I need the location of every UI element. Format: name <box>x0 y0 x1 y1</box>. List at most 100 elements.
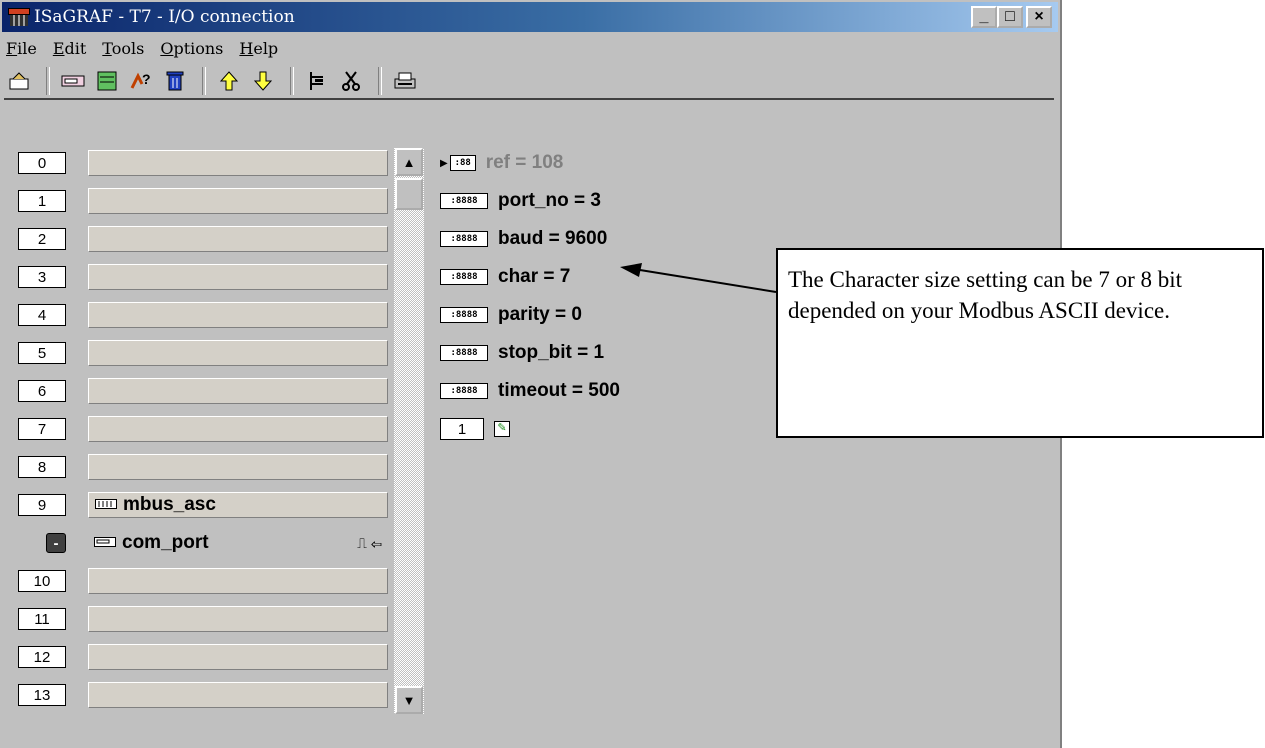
title-bar[interactable]: ISaGRAF - T7 - I/O connection _ □ × <box>2 2 1058 32</box>
param-channel[interactable]: 1 ✎ <box>440 415 510 443</box>
menu-tools[interactable]: Tools <box>102 39 144 58</box>
slot-cell-mbus-asc[interactable]: mbus_asc <box>88 492 388 518</box>
slot-cell[interactable] <box>88 188 388 214</box>
slot-label: mbus_asc <box>123 494 216 515</box>
param-text: timeout = 500 <box>498 380 620 401</box>
param-ref[interactable]: ▶ :88 ref = 108 <box>440 149 563 177</box>
isagraf-app-icon[interactable] <box>8 8 30 26</box>
param-text: stop_bit = 1 <box>498 342 605 363</box>
slot-number: 4 <box>18 304 66 326</box>
param-baud[interactable]: :8888 baud = 9600 <box>440 225 607 253</box>
maximize-button[interactable]: □ <box>997 6 1023 28</box>
slot-cell[interactable] <box>88 568 388 594</box>
slot-row[interactable]: 7 <box>18 415 388 443</box>
close-icon: × <box>1034 8 1044 25</box>
close-button[interactable]: × <box>1026 6 1052 28</box>
param-text: parity = 0 <box>498 304 582 325</box>
toolbar: ? <box>4 64 1054 100</box>
slot-cell[interactable] <box>88 454 388 480</box>
tree-icon[interactable] <box>302 67 332 95</box>
window-title: ISaGRAF - T7 - I/O connection <box>34 7 295 27</box>
scroll-thumb[interactable] <box>395 178 423 210</box>
scroll-up-icon: ▲ <box>402 154 416 170</box>
slot-cell[interactable] <box>88 150 388 176</box>
maximize-icon: □ <box>1005 8 1015 25</box>
slot-cell[interactable] <box>88 226 388 252</box>
slot-row[interactable]: 3 <box>18 263 388 291</box>
cut-icon[interactable] <box>336 67 366 95</box>
slot-number: 10 <box>18 570 66 592</box>
menu-help[interactable]: Help <box>239 39 278 58</box>
board-properties-icon[interactable] <box>92 67 122 95</box>
scroll-down-button[interactable]: ▼ <box>395 686 423 714</box>
slot-cell-com-port[interactable]: com_port ⎍ ⇦ <box>88 530 388 556</box>
slot-scrollbar[interactable]: ▲ ▼ <box>394 148 424 714</box>
menu-bar: File Edit Tools Options Help <box>6 34 294 62</box>
param-char[interactable]: :8888 char = 7 <box>440 263 570 291</box>
menu-edit[interactable]: Edit <box>53 39 86 58</box>
slot-row[interactable]: 4 <box>18 301 388 329</box>
param-parity[interactable]: :8888 parity = 0 <box>440 301 582 329</box>
slot-row[interactable]: 8 <box>18 453 388 481</box>
svg-text:?: ? <box>142 71 151 87</box>
scroll-up-button[interactable]: ▲ <box>395 148 423 176</box>
edit-pencil-icon[interactable]: ✎ <box>494 421 510 437</box>
param-text: baud = 9600 <box>498 228 608 249</box>
param-port-no[interactable]: :8888 port_no = 3 <box>440 187 601 215</box>
slot-row[interactable]: 6 <box>18 377 388 405</box>
integer-param-icon: :8888 <box>440 193 488 209</box>
annotation-callout: The Character size setting can be 7 or 8… <box>776 248 1264 438</box>
slot-row[interactable]: 1 <box>18 187 388 215</box>
help-icon[interactable]: ? <box>126 67 156 95</box>
slot-cell[interactable] <box>88 416 388 442</box>
slot-cell[interactable] <box>88 302 388 328</box>
slot-number: 13 <box>18 684 66 706</box>
slot-number: 6 <box>18 380 66 402</box>
slot-row[interactable]: 2 <box>18 225 388 253</box>
slot-label: com_port <box>122 532 209 553</box>
param-stop-bit[interactable]: :8888 stop_bit = 1 <box>440 339 604 367</box>
slot-row[interactable]: 5 <box>18 339 388 367</box>
slot-cell[interactable] <box>88 644 388 670</box>
connect-board-icon[interactable] <box>58 67 88 95</box>
slot-number: - <box>46 533 66 553</box>
slot-number: 1 <box>18 190 66 212</box>
slot-row[interactable]: 11 <box>18 605 388 633</box>
print-icon[interactable] <box>390 67 420 95</box>
slot-cell[interactable] <box>88 682 388 708</box>
slot-number: 3 <box>18 266 66 288</box>
slot-cell[interactable] <box>88 264 388 290</box>
open-board-icon[interactable] <box>4 67 34 95</box>
board-icon <box>95 498 117 512</box>
param-text: ref = 108 <box>485 152 564 173</box>
slot-number: 5 <box>18 342 66 364</box>
menu-file[interactable]: File <box>6 39 37 58</box>
slot-number: 7 <box>18 418 66 440</box>
slot-row-com-port[interactable]: - com_port ⎍ ⇦ <box>18 529 388 557</box>
slot-cell[interactable] <box>88 340 388 366</box>
slot-number: 8 <box>18 456 66 478</box>
slot-cell[interactable] <box>88 606 388 632</box>
slot-row[interactable]: 10 <box>18 567 388 595</box>
move-down-icon[interactable] <box>248 67 278 95</box>
integer-param-icon: :8888 <box>440 231 488 247</box>
slot-row[interactable]: 13 <box>18 681 388 709</box>
minimize-icon: _ <box>979 8 989 25</box>
slot-row-mbus-asc[interactable]: 9 mbus_asc <box>18 491 388 519</box>
slot-row[interactable]: 0 <box>18 149 388 177</box>
param-timeout[interactable]: :8888 timeout = 500 <box>440 377 620 405</box>
slot-number: 2 <box>18 228 66 250</box>
minimize-button[interactable]: _ <box>971 6 997 28</box>
slot-number: 9 <box>18 494 66 516</box>
slot-number: 11 <box>18 608 66 630</box>
slot-row[interactable]: 12 <box>18 643 388 671</box>
integer-param-icon: :8888 <box>440 269 488 285</box>
expand-arrow-icon: ▶ <box>440 157 448 169</box>
move-up-icon[interactable] <box>214 67 244 95</box>
menu-options[interactable]: Options <box>160 39 223 58</box>
channel-number[interactable]: 1 <box>440 418 484 440</box>
port-icon <box>94 536 116 551</box>
slot-cell[interactable] <box>88 378 388 404</box>
delete-icon[interactable] <box>160 67 190 95</box>
scroll-down-icon: ▼ <box>402 692 416 708</box>
